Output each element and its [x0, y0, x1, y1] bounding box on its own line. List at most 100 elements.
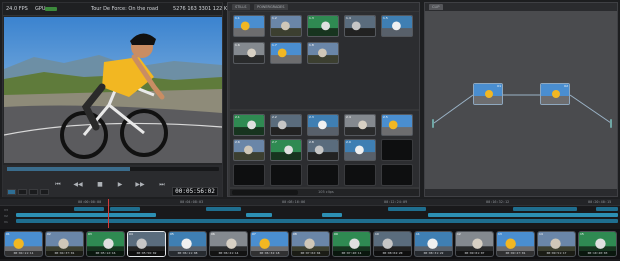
- still-label: 2.4: [346, 115, 351, 119]
- clip-thumbnail-strip: 01 00:04:11:11 02 00:04:37:01 03 00:05:12:16 0…: [0, 229, 620, 259]
- gallery-search[interactable]: [232, 190, 298, 195]
- video-frame[interactable]: [4, 17, 222, 163]
- still-thumbnail[interactable]: 1.5: [381, 15, 413, 37]
- skip-forward-icon[interactable]: ⏭: [157, 181, 167, 189]
- still-thumbnail[interactable]: 2.7: [270, 139, 302, 161]
- empty-still-slot[interactable]: [233, 164, 265, 186]
- still-thumbnail[interactable]: 1.6: [233, 42, 265, 64]
- output-node[interactable]: [610, 119, 612, 128]
- source-input[interactable]: [432, 119, 434, 128]
- clip-count: 105 clips: [318, 190, 334, 194]
- track-clip[interactable]: [428, 213, 618, 217]
- track-clip[interactable]: [206, 207, 241, 211]
- clip-timecode: 00:08:04:20: [374, 251, 411, 256]
- still-thumbnail[interactable]: 1.3: [307, 15, 339, 37]
- track-clip[interactable]: [596, 207, 618, 211]
- clip-number: 06: [211, 232, 215, 236]
- memories-bin: 2.1 2.2 2.3 2.4 2.5 2.6 2.7 2.8 2.9: [230, 111, 419, 187]
- timeline-clip-thumbnail[interactable]: 01 00:04:11:11: [4, 231, 43, 257]
- still-label: 1.7: [272, 43, 277, 47]
- ruler-timecode: 00:12:24:09: [384, 200, 408, 204]
- clip-timecode: 00:07:40:11: [333, 251, 370, 256]
- still-label: 2.9: [346, 140, 351, 144]
- timeline-clip-thumbnail[interactable]: 02 00:04:37:01: [45, 231, 84, 257]
- playhead[interactable]: [108, 199, 109, 228]
- stop-icon[interactable]: ■: [95, 181, 105, 189]
- skip-back-icon[interactable]: ⏮: [53, 181, 63, 189]
- timeline-clip-thumbnail[interactable]: 10 00:08:04:20: [373, 231, 412, 257]
- scrub-bar[interactable]: [7, 167, 219, 171]
- timeline-clip-thumbnail[interactable]: 11 00:08:31:22: [414, 231, 453, 257]
- empty-still-slot[interactable]: [344, 164, 376, 186]
- still-thumbnail[interactable]: 1.1: [233, 15, 265, 37]
- still-thumbnail[interactable]: 2.6: [233, 139, 265, 161]
- track-clip[interactable]: [74, 207, 104, 211]
- track-clip[interactable]: [110, 207, 140, 211]
- still-thumbnail[interactable]: 2.3: [307, 114, 339, 136]
- still-thumbnail[interactable]: 1.8: [307, 42, 339, 64]
- clip-number: 13: [498, 232, 502, 236]
- node-label: 02: [564, 84, 568, 88]
- play-icon[interactable]: ▶: [115, 181, 125, 189]
- timeline-clip-thumbnail[interactable]: 04 00:05:56:02: [127, 231, 166, 257]
- clip-number: 07: [252, 232, 256, 236]
- timeline-clip-thumbnail[interactable]: 03 00:05:12:16: [86, 231, 125, 257]
- viewer-header: 24.0 FPS GPU Tour De Force: On the road …: [3, 3, 231, 16]
- view-mode-button[interactable]: [7, 189, 16, 195]
- empty-still-slot[interactable]: [381, 164, 413, 186]
- track-clip[interactable]: [322, 213, 342, 217]
- clip-number: 01: [6, 232, 10, 236]
- empty-still-slot[interactable]: [270, 164, 302, 186]
- still-thumbnail[interactable]: 1.4: [344, 15, 376, 37]
- empty-still-slot[interactable]: [307, 164, 339, 186]
- track-clip[interactable]: [513, 207, 577, 211]
- still-thumbnail[interactable]: 1.7: [270, 42, 302, 64]
- timeline-clip-thumbnail[interactable]: 14 00:09:51:17: [537, 231, 576, 257]
- track-clip[interactable]: [16, 213, 156, 217]
- gpu-label: GPU: [35, 6, 46, 12]
- still-label: 2.2: [272, 115, 277, 119]
- still-thumbnail[interactable]: 2.1: [233, 114, 265, 136]
- clip-title: Tour De Force: On the road: [91, 6, 159, 12]
- node-connections: [433, 94, 612, 124]
- timeline-clip-thumbnail[interactable]: 09 00:07:40:11: [332, 231, 371, 257]
- still-thumbnail[interactable]: 2.2: [270, 114, 302, 136]
- wipe-button[interactable]: [29, 189, 38, 195]
- corrector-node-1[interactable]: 01: [473, 83, 503, 105]
- clip-number: 14: [539, 232, 543, 236]
- track-clip[interactable]: [16, 219, 618, 223]
- track-clip[interactable]: [388, 207, 426, 211]
- fps-readout: 24.0 FPS: [6, 6, 28, 12]
- track-clip[interactable]: [246, 213, 272, 217]
- node-label: 01: [497, 84, 501, 88]
- timeline-clip-thumbnail[interactable]: 12 00:09:01:07: [455, 231, 494, 257]
- still-thumbnail[interactable]: 2.5: [381, 114, 413, 136]
- clip-number: 15: [580, 232, 584, 236]
- split-view-button[interactable]: [18, 189, 27, 195]
- timeline-clip-thumbnail[interactable]: 08 00:07:02:04: [291, 231, 330, 257]
- timeline-clip-thumbnail[interactable]: 06 00:06:21:14: [209, 231, 248, 257]
- timeline-clip-thumbnail[interactable]: 05 00:06:11:08: [168, 231, 207, 257]
- tab-powergrades[interactable]: POWERGRADES: [254, 4, 288, 10]
- still-thumbnail[interactable]: 1.2: [270, 15, 302, 37]
- audio-button[interactable]: [40, 189, 49, 195]
- still-label: 1.4: [346, 16, 351, 20]
- still-thumbnail[interactable]: 2.9: [344, 139, 376, 161]
- still-thumbnail[interactable]: 2.8: [307, 139, 339, 161]
- clip-timecode: 00:08:31:22: [415, 251, 452, 256]
- corrector-node-2[interactable]: 02: [540, 83, 570, 105]
- timeline-clip-thumbnail[interactable]: 13 00:09:27:01: [496, 231, 535, 257]
- clip-timecode: 00:04:37:01: [46, 251, 83, 256]
- timeline-clip-thumbnail[interactable]: 15 00:10:20:03: [578, 231, 617, 257]
- clip-timecode: 00:04:11:11: [5, 251, 42, 256]
- timeline-ruler[interactable]: 00:00:00:00 00:04:08:03 00:08:16:06 00:12:2…: [0, 199, 620, 206]
- clip-number: 04: [129, 232, 133, 236]
- clip-number: 10: [375, 232, 379, 236]
- tab-stills[interactable]: STILLS: [232, 4, 250, 10]
- empty-still-slot[interactable]: [381, 139, 413, 161]
- timeline-clip-thumbnail[interactable]: 07 00:06:34:18: [250, 231, 289, 257]
- still-thumbnail[interactable]: 2.4: [344, 114, 376, 136]
- fast-forward-icon[interactable]: ▶▶: [135, 181, 145, 189]
- rewind-icon[interactable]: ◀◀: [73, 181, 83, 189]
- clip-number: 12: [457, 232, 461, 236]
